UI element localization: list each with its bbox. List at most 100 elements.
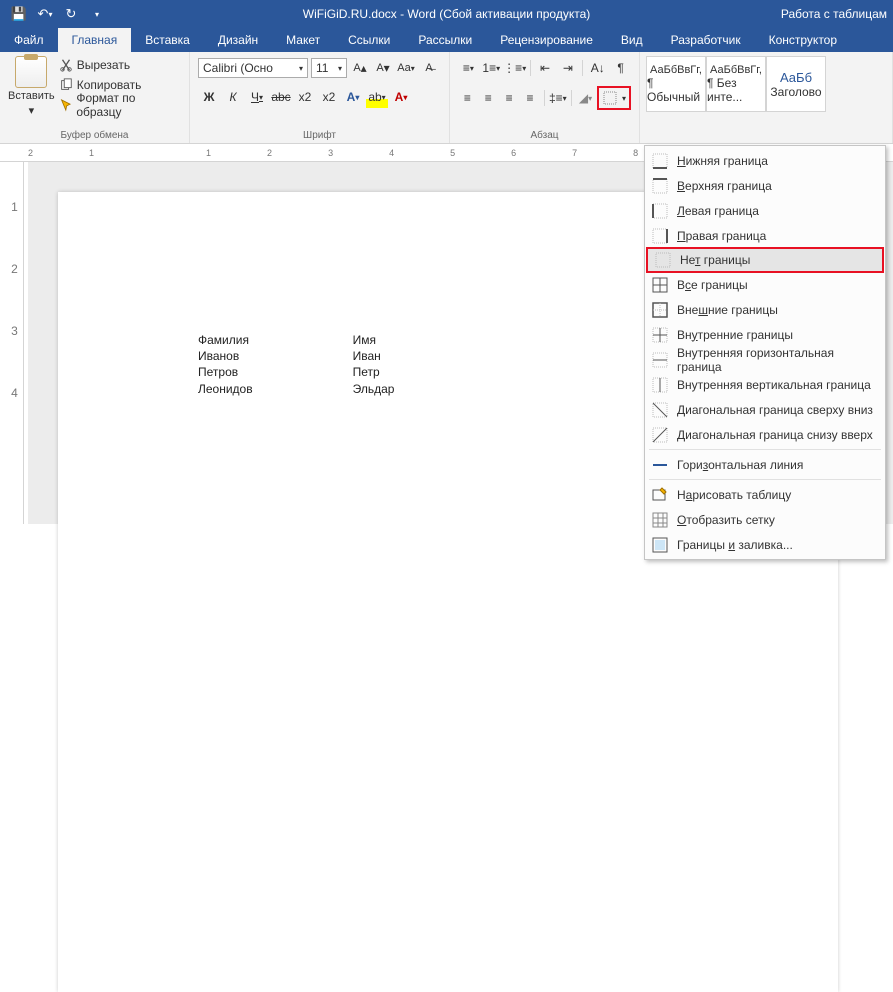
tab-file[interactable]: Файл	[0, 28, 58, 52]
undo-button[interactable]: ↶▾	[34, 3, 56, 25]
menu-border-none[interactable]: Нет границы	[646, 247, 884, 273]
shading-button[interactable]: ◢▾	[576, 87, 595, 109]
align-right-button[interactable]: ≡	[500, 87, 519, 109]
menu-border-all[interactable]: Все границы	[645, 272, 885, 297]
grow-font-button[interactable]: A▴	[350, 58, 370, 78]
tab-layout[interactable]: Макет	[272, 28, 334, 52]
highlight-button[interactable]: ab▾	[366, 86, 388, 108]
diag-down-icon	[651, 401, 669, 419]
tab-references[interactable]: Ссылки	[334, 28, 404, 52]
justify-button[interactable]: ≡	[521, 87, 540, 109]
menu-borders-dialog[interactable]: Границы и заливка...	[645, 532, 885, 557]
diag-up-icon	[651, 426, 669, 444]
text-effects-button[interactable]: A▾	[342, 86, 364, 108]
clear-format-button[interactable]: A̶	[419, 58, 439, 78]
cell[interactable]: Иванов	[198, 348, 253, 364]
style-normal[interactable]: АаБбВвГг, ¶ Обычный	[646, 56, 706, 112]
cell[interactable]: Петр	[353, 364, 395, 380]
border-right-icon	[651, 227, 669, 245]
tab-review[interactable]: Рецензирование	[486, 28, 607, 52]
menu-border-inner-v[interactable]: Внутренняя вертикальная граница	[645, 372, 885, 397]
ribbon-tabs: Файл Главная Вставка Дизайн Макет Ссылки…	[0, 28, 893, 52]
font-name-combo[interactable]: Calibri (Осно▾	[198, 58, 308, 78]
cut-button[interactable]: Вырезать	[59, 56, 181, 74]
menu-horizontal-line[interactable]: Горизонтальная линия	[645, 452, 885, 477]
decrease-indent-button[interactable]: ⇤	[535, 57, 556, 79]
menu-draw-table[interactable]: Нарисовать таблицу	[645, 482, 885, 507]
menu-border-top[interactable]: Верхняя граница	[645, 173, 885, 198]
document-content[interactable]: Фамилия Иванов Петров Леонидов Имя Иван …	[198, 332, 698, 397]
group-font-label: Шрифт	[190, 130, 449, 141]
border-inner-h-icon	[651, 351, 669, 369]
group-font: Calibri (Осно▾ 11▾ A▴ A▾ Aa▾ A̶ Ж К Ч▾ a…	[190, 52, 450, 143]
chevron-down-icon: ▾	[29, 104, 35, 117]
borders-button[interactable]	[600, 89, 620, 107]
table-col-2: Имя Иван Петр Эльдар	[353, 332, 395, 397]
borders-dropdown[interactable]: ▾	[620, 94, 628, 103]
cell[interactable]: Эльдар	[353, 381, 395, 397]
underline-button[interactable]: Ч▾	[246, 86, 268, 108]
bullets-button[interactable]: ≡▾	[458, 57, 479, 79]
hline-icon	[651, 456, 669, 474]
sort-button[interactable]: A↓	[587, 57, 608, 79]
border-outer-icon	[651, 301, 669, 319]
change-case-button[interactable]: Aa▾	[396, 58, 416, 78]
font-color-button[interactable]: A▾	[390, 86, 412, 108]
menu-border-left[interactable]: Левая граница	[645, 198, 885, 223]
tab-view[interactable]: Вид	[607, 28, 657, 52]
table-col-1: Фамилия Иванов Петров Леонидов	[198, 332, 253, 397]
tab-developer[interactable]: Разработчик	[657, 28, 755, 52]
redo-button[interactable]: ↻	[60, 3, 82, 25]
cell[interactable]: Леонидов	[198, 381, 253, 397]
save-button[interactable]: 💾	[8, 3, 30, 25]
menu-border-outer[interactable]: Внешние границы	[645, 297, 885, 322]
menu-border-inner[interactable]: Внутренние границы	[645, 322, 885, 347]
paste-button[interactable]: Вставить ▾	[8, 56, 55, 117]
menu-border-diag-up[interactable]: Диагональная граница снизу вверх	[645, 422, 885, 447]
line-spacing-button[interactable]: ‡≡▾	[548, 87, 567, 109]
align-center-button[interactable]: ≡	[479, 87, 498, 109]
tab-constructor[interactable]: Конструктор	[755, 28, 851, 52]
menu-border-right[interactable]: Правая граница	[645, 223, 885, 248]
style-heading1[interactable]: АаБб Заголово	[766, 56, 826, 112]
font-size-combo[interactable]: 11▾	[311, 58, 347, 78]
menu-separator	[649, 449, 881, 450]
brush-icon	[59, 98, 73, 112]
menu-separator	[649, 479, 881, 480]
format-painter-button[interactable]: Формат по образцу	[59, 96, 181, 114]
shrink-font-button[interactable]: A▾	[373, 58, 393, 78]
quick-access-toolbar: 💾 ↶▾ ↻ ▾	[0, 3, 116, 25]
ruler-vertical[interactable]: 1234	[6, 162, 24, 524]
menu-border-inner-h[interactable]: Внутренняя горизонтальная граница	[645, 347, 885, 372]
multilevel-button[interactable]: ⋮≡▾	[504, 57, 526, 79]
cell[interactable]: Фамилия	[198, 332, 253, 348]
strikethrough-button[interactable]: abc	[270, 86, 292, 108]
border-inner-icon	[651, 326, 669, 344]
numbering-button[interactable]: 1≡▾	[481, 57, 502, 79]
italic-button[interactable]: К	[222, 86, 244, 108]
align-left-button[interactable]: ≡	[458, 87, 477, 109]
copy-icon	[59, 78, 73, 92]
subscript-button[interactable]: x2	[294, 86, 316, 108]
tab-design[interactable]: Дизайн	[204, 28, 272, 52]
menu-border-diag-down[interactable]: Диагональная граница сверху вниз	[645, 397, 885, 422]
tab-insert[interactable]: Вставка	[131, 28, 204, 52]
group-paragraph-label: Абзац	[450, 130, 639, 141]
superscript-button[interactable]: x2	[318, 86, 340, 108]
borders-dropdown-menu: ННижняя границаижняя граница Верхняя гра…	[644, 145, 886, 560]
style-no-spacing[interactable]: АаБбВвГг, ¶ Без инте...	[706, 56, 766, 112]
qat-customize[interactable]: ▾	[86, 3, 108, 25]
tab-home[interactable]: Главная	[58, 28, 132, 52]
gridlines-icon	[651, 511, 669, 529]
increase-indent-button[interactable]: ⇥	[557, 57, 578, 79]
cell[interactable]: Петров	[198, 364, 253, 380]
border-all-icon	[651, 276, 669, 294]
cell[interactable]: Имя	[353, 332, 395, 348]
borders-button-highlight: ▾	[597, 86, 631, 110]
group-paragraph: ≡▾ 1≡▾ ⋮≡▾ ⇤ ⇥ A↓ ¶ ≡ ≡ ≡ ≡ ‡≡▾ ◢▾ ▾	[450, 52, 640, 143]
tab-mailings[interactable]: Рассылки	[404, 28, 486, 52]
bold-button[interactable]: Ж	[198, 86, 220, 108]
show-marks-button[interactable]: ¶	[610, 57, 631, 79]
cell[interactable]: Иван	[353, 348, 395, 364]
menu-border-bottom[interactable]: ННижняя границаижняя граница	[645, 148, 885, 173]
